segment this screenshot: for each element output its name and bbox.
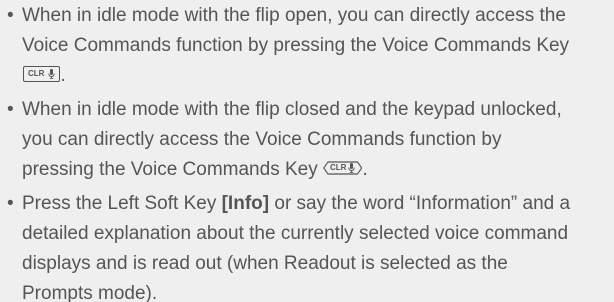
text-line: displays and is read out (when Readout i… — [22, 253, 508, 274]
text-line: Voice Commands function by pressing the … — [22, 35, 570, 56]
text-line: you can directly access the Voice Comman… — [22, 129, 502, 150]
bullet-icon: • — [7, 5, 14, 26]
bullet-icon: • — [7, 99, 14, 120]
text-line: detailed explanation about the currently… — [22, 223, 569, 244]
key-suffix: . — [60, 65, 66, 86]
bullet-icon: • — [7, 193, 14, 214]
text-line: pressing the Voice Commands Key CLR . — [22, 155, 608, 185]
info-soft-key-label: [Info] — [221, 193, 270, 214]
list-item: • When in idle mode with the flip open, … — [4, 1, 608, 91]
text-line: When in idle mode with the flip closed a… — [22, 99, 562, 120]
document-page: • When in idle mode with the flip open, … — [0, 0, 614, 302]
voice-commands-key-icon: CLR — [23, 65, 61, 82]
voice-commands-key-icon: CLR — [323, 161, 363, 175]
text-segment: pressing the Voice Commands Key — [22, 159, 323, 180]
key-label: CLR — [28, 68, 45, 78]
text-line: CLR . — [22, 61, 608, 91]
text-segment: or say the word “Information” and a — [269, 193, 571, 214]
text-line: Prompts mode). — [22, 283, 158, 302]
text-line: Press the Left Soft Key [Info] or say th… — [22, 189, 608, 219]
text-segment: Press the Left Soft Key — [22, 193, 222, 214]
key-outline-icon — [323, 161, 363, 175]
text-line: When in idle mode with the flip open, yo… — [22, 5, 566, 26]
list-item: • Press the Left Soft Key [Info] or say … — [4, 189, 608, 302]
bullet-list: • When in idle mode with the flip open, … — [4, 1, 608, 302]
key-suffix: . — [362, 159, 368, 180]
list-item: • When in idle mode with the flip closed… — [4, 95, 608, 185]
microphone-icon — [48, 68, 56, 79]
